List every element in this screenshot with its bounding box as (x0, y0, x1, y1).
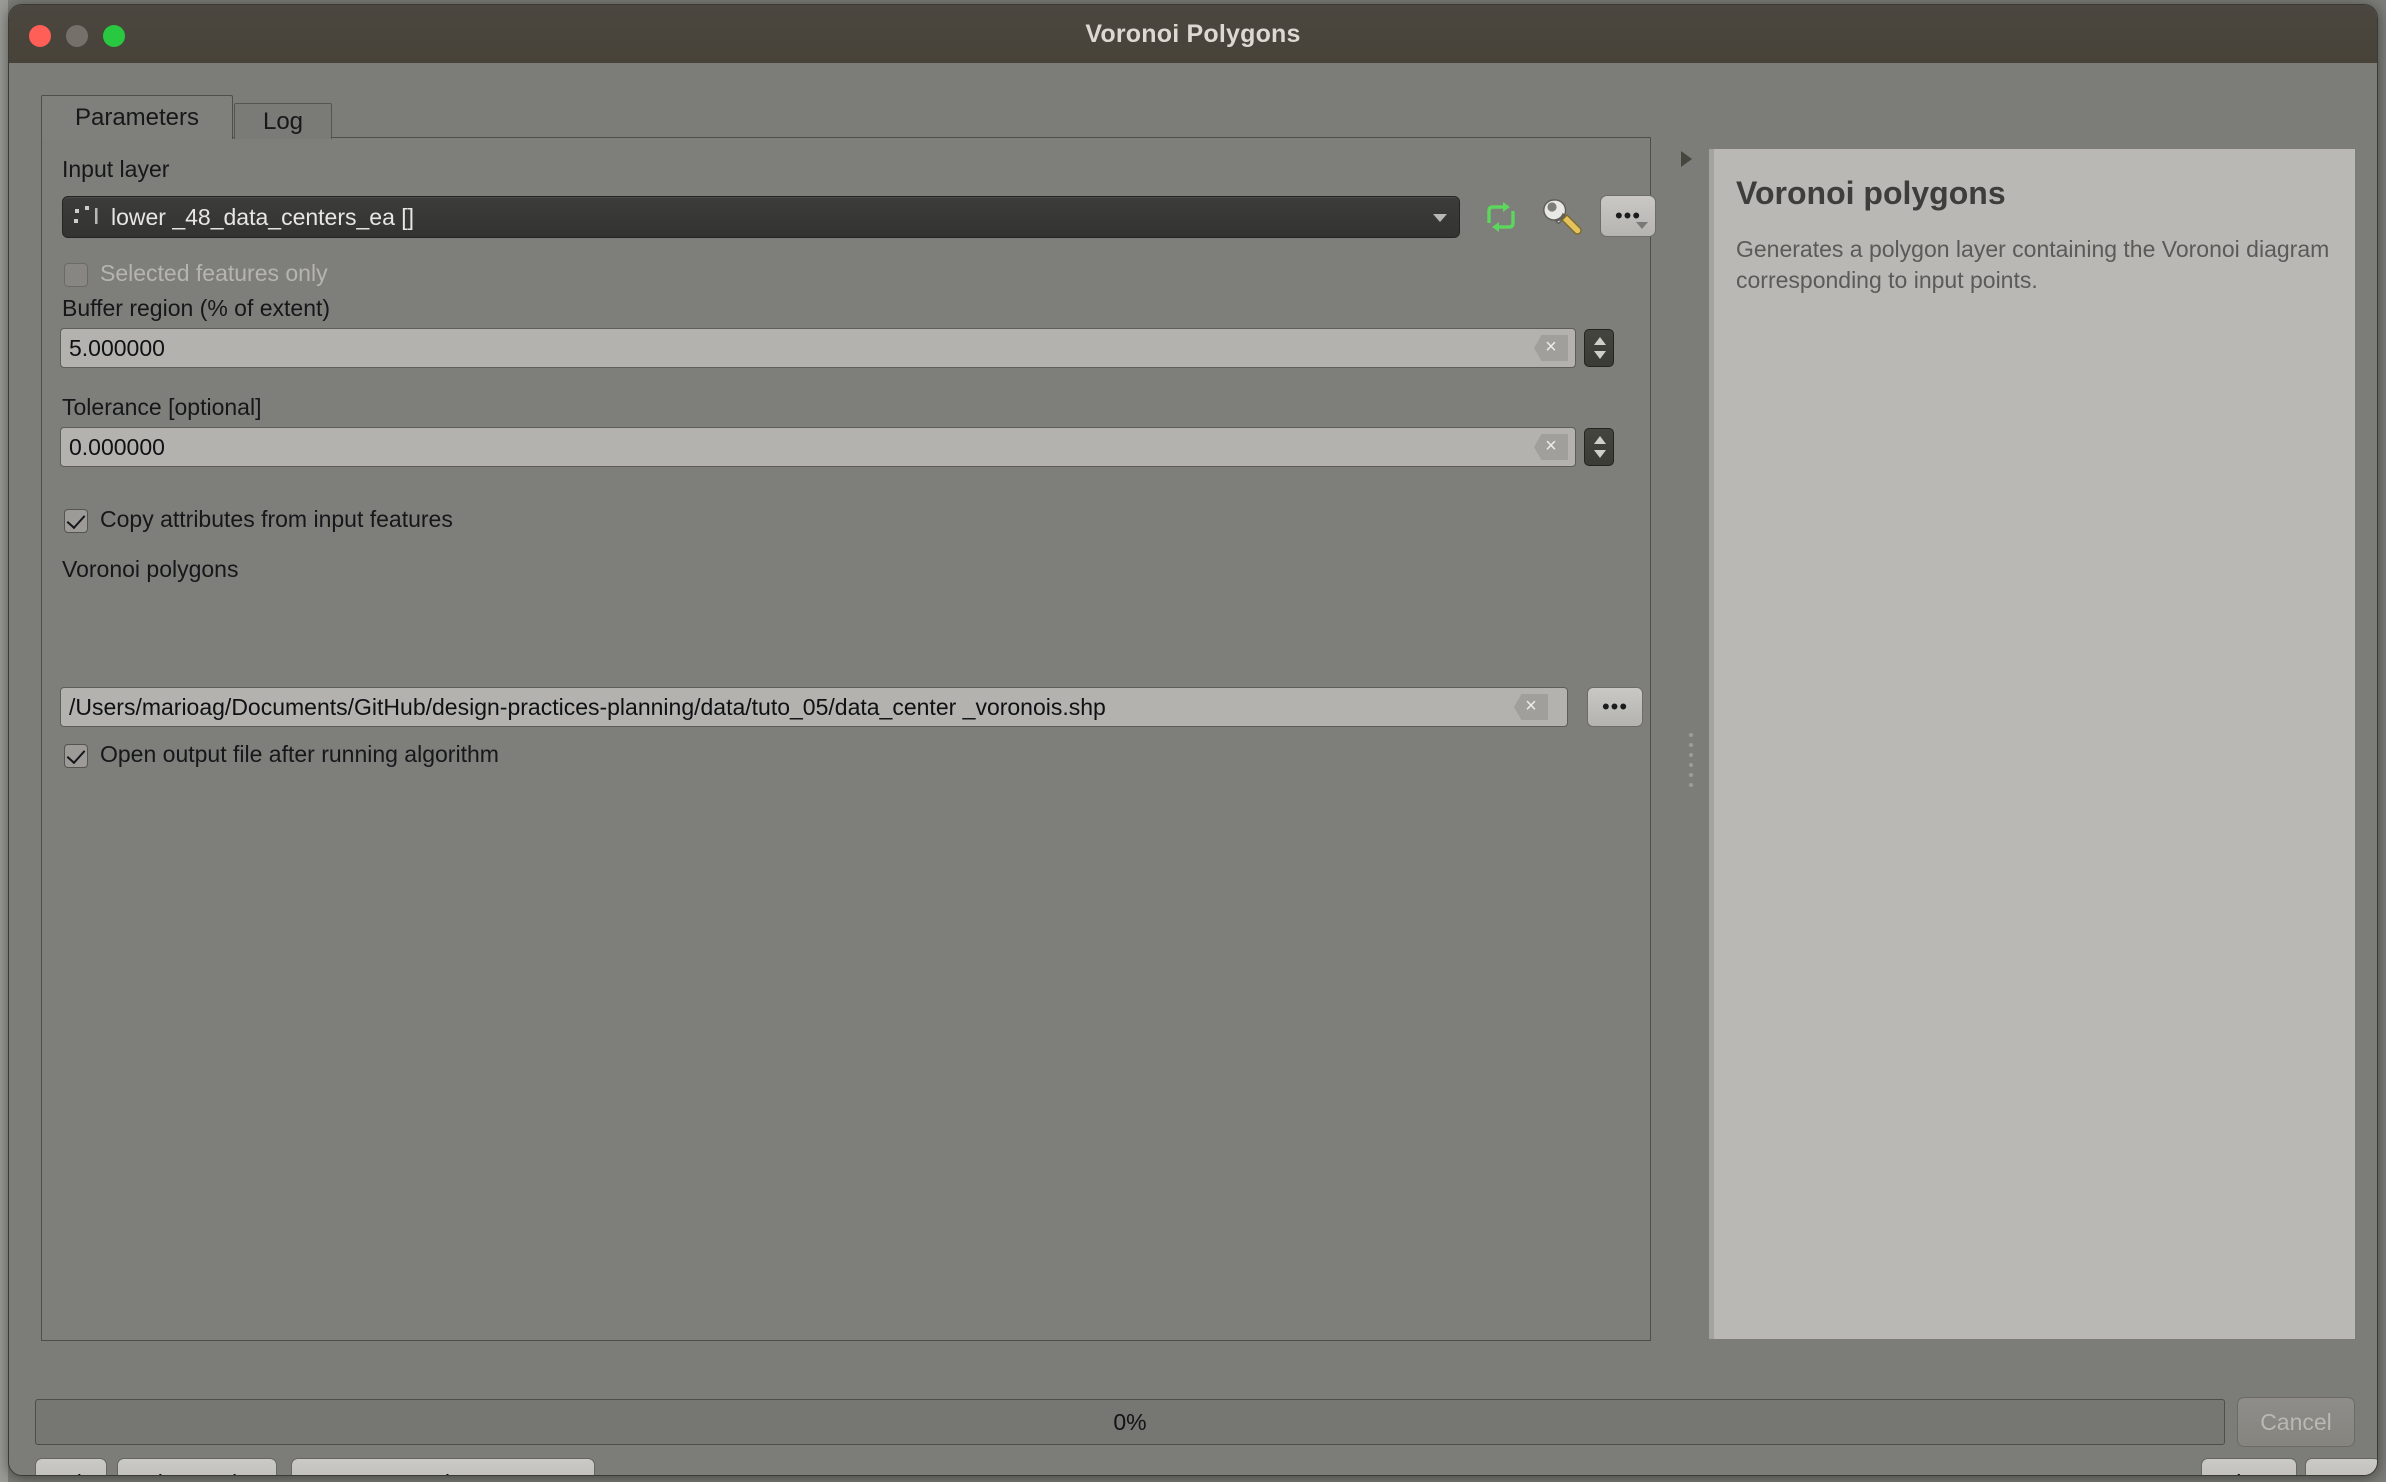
output-label: Voronoi polygons (62, 556, 239, 582)
selected-features-only-checkbox[interactable] (64, 263, 88, 287)
tolerance-field-group: 0.000000 × (60, 427, 1642, 467)
open-output-label: Open output file after running algorithm (100, 741, 499, 767)
background-sliver (0, 0, 8, 1482)
chevron-down-icon (1433, 214, 1447, 222)
dialog-titlebar: Voronoi Polygons (9, 5, 2377, 64)
buffer-region-input[interactable]: 5.000000 (60, 328, 1576, 368)
tolerance-stepper[interactable] (1584, 428, 1614, 466)
point-layer-icon (74, 206, 98, 224)
buffer-region-field-group: 5.000000 × (60, 328, 1642, 368)
dialog-body: Parameters Log Input layer lower _48_dat… (9, 63, 2377, 1475)
run-button[interactable]: Run (2305, 1458, 2377, 1475)
buffer-region-label: Buffer region (% of extent) (62, 295, 331, 321)
advanced-button[interactable]: Advanced (117, 1458, 277, 1475)
selected-features-only-label: Selected features only (100, 260, 328, 286)
checkmark-icon (66, 509, 86, 530)
tab-bar: Parameters Log (41, 95, 1651, 139)
open-output-checkbox[interactable] (64, 744, 88, 768)
progress-bar: 0% (35, 1399, 2225, 1445)
checkmark-icon (66, 744, 86, 765)
tab-parameters[interactable]: Parameters (41, 95, 233, 139)
stepper-down-icon[interactable] (1594, 450, 1606, 458)
stepper-up-icon[interactable] (1594, 436, 1606, 444)
advanced-button-label: Advanced (135, 1470, 237, 1475)
voronoi-polygons-dialog: Voronoi Polygons Parameters Log Input la… (8, 4, 2378, 1476)
input-layer-more-button[interactable]: ••• (1600, 195, 1656, 237)
output-browse-button[interactable]: ••• (1587, 687, 1643, 727)
output-path-input[interactable]: /Users/marioag/Documents/GitHub/design-p… (60, 687, 1568, 727)
stepper-up-icon[interactable] (1594, 337, 1606, 345)
help-description: Generates a polygon layer containing the… (1736, 236, 2330, 294)
tab-log[interactable]: Log (234, 103, 332, 139)
close-button[interactable]: Close (2201, 1458, 2297, 1475)
buffer-region-stepper[interactable] (1584, 329, 1614, 367)
algorithm-help-panel: Voronoi polygons Generates a polygon lay… (1709, 149, 2355, 1339)
chevron-down-icon (1636, 222, 1648, 229)
help-title: Voronoi polygons (1736, 175, 2006, 211)
stepper-down-icon[interactable] (1594, 351, 1606, 359)
parameters-panel: Input layer lower _48_data_centers_ea [] (41, 137, 1656, 1341)
copy-attributes-checkbox[interactable] (64, 509, 88, 533)
screenshot-root: Voronoi Polygons Parameters Log Input la… (0, 0, 2386, 1482)
iterate-over-features-icon[interactable] (1479, 195, 1523, 239)
collapse-help-panel-arrow-icon[interactable] (1681, 151, 1692, 167)
tolerance-label: Tolerance [optional] (62, 394, 262, 420)
input-layer-label: Input layer (62, 156, 170, 182)
tolerance-input[interactable]: 0.000000 (60, 427, 1576, 467)
panel-splitter-handle[interactable] (1689, 733, 1695, 787)
window-title: Voronoi Polygons (1085, 20, 1301, 48)
wrench-icon[interactable] (1537, 193, 1585, 241)
help-button[interactable]: Help (35, 1458, 107, 1475)
cancel-button[interactable]: Cancel (2237, 1397, 2355, 1447)
copy-attributes-label: Copy attributes from input features (100, 506, 453, 532)
input-layer-combobox[interactable]: lower _48_data_centers_ea [] (62, 196, 1460, 238)
input-layer-value: lower _48_data_centers_ea [] (111, 204, 415, 230)
run-as-batch-process-button[interactable]: Run as Batch Process... (291, 1458, 595, 1475)
